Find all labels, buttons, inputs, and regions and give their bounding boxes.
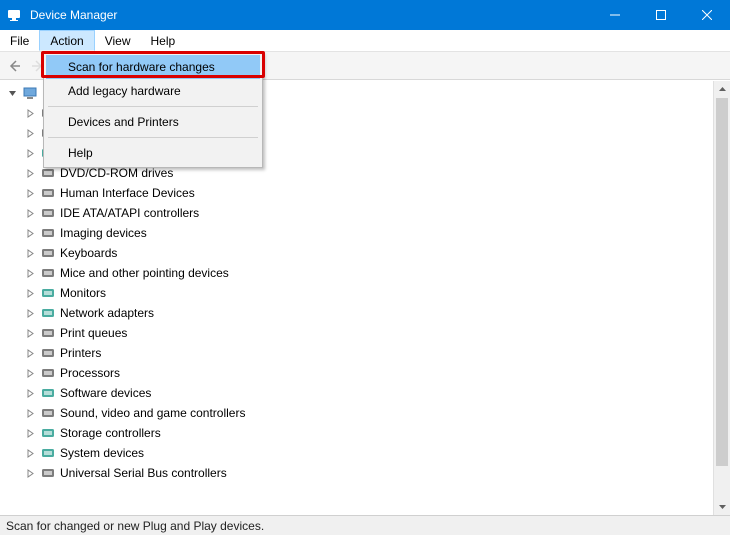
- tree-node-label: Storage controllers: [60, 426, 161, 440]
- software-icon: [40, 385, 56, 401]
- tree-node[interactable]: Storage controllers: [6, 423, 730, 443]
- monitor-icon: [40, 285, 56, 301]
- tree-node[interactable]: Monitors: [6, 283, 730, 303]
- tree-node[interactable]: Software devices: [6, 383, 730, 403]
- cpu-icon: [40, 365, 56, 381]
- tree-node[interactable]: Human Interface Devices: [6, 183, 730, 203]
- tree-node-label: Processors: [60, 366, 120, 380]
- tree-node-label: Print queues: [60, 326, 127, 340]
- keyboard-icon: [40, 245, 56, 261]
- sound-icon: [40, 405, 56, 421]
- status-text: Scan for changed or new Plug and Play de…: [6, 519, 264, 533]
- menu-add-legacy[interactable]: Add legacy hardware: [46, 79, 260, 103]
- tree-node[interactable]: Universal Serial Bus controllers: [6, 463, 730, 483]
- window-controls: [592, 0, 730, 30]
- menu-action[interactable]: Action: [39, 30, 94, 51]
- tree-node-label: Mice and other pointing devices: [60, 266, 229, 280]
- twisty-icon[interactable]: [6, 87, 18, 99]
- menu-help-item[interactable]: Help: [46, 141, 260, 165]
- scroll-thumb[interactable]: [716, 98, 728, 466]
- twisty-icon[interactable]: [24, 267, 36, 279]
- window-title: Device Manager: [28, 8, 592, 22]
- twisty-icon[interactable]: [24, 447, 36, 459]
- tree-node-label: Monitors: [60, 286, 106, 300]
- twisty-icon[interactable]: [24, 387, 36, 399]
- scroll-up-button[interactable]: [714, 81, 730, 98]
- twisty-icon[interactable]: [24, 167, 36, 179]
- tree-node-label: DVD/CD-ROM drives: [60, 166, 173, 180]
- menu-file[interactable]: File: [0, 30, 39, 51]
- twisty-icon[interactable]: [24, 147, 36, 159]
- app-icon: [6, 7, 22, 23]
- tree-node[interactable]: Printers: [6, 343, 730, 363]
- twisty-icon[interactable]: [24, 107, 36, 119]
- tree-node[interactable]: Print queues: [6, 323, 730, 343]
- twisty-icon[interactable]: [24, 407, 36, 419]
- twisty-icon[interactable]: [24, 347, 36, 359]
- twisty-icon[interactable]: [24, 427, 36, 439]
- titlebar: Device Manager: [0, 0, 730, 30]
- storage-icon: [40, 425, 56, 441]
- tree-node-label: IDE ATA/ATAPI controllers: [60, 206, 199, 220]
- twisty-icon[interactable]: [24, 227, 36, 239]
- system-icon: [40, 445, 56, 461]
- computer-icon: [22, 85, 38, 101]
- tree-node-label: Network adapters: [60, 306, 154, 320]
- twisty-icon[interactable]: [24, 287, 36, 299]
- twisty-icon[interactable]: [24, 207, 36, 219]
- tree-node[interactable]: Sound, video and game controllers: [6, 403, 730, 423]
- twisty-icon[interactable]: [24, 187, 36, 199]
- camera-icon: [40, 225, 56, 241]
- printer-icon: [40, 345, 56, 361]
- tree-node-label: Imaging devices: [60, 226, 147, 240]
- tree-node-label: Human Interface Devices: [60, 186, 195, 200]
- mouse-icon: [40, 265, 56, 281]
- menu-devices-printers[interactable]: Devices and Printers: [46, 110, 260, 134]
- twisty-icon[interactable]: [24, 327, 36, 339]
- twisty-icon[interactable]: [24, 467, 36, 479]
- network-icon: [40, 305, 56, 321]
- scroll-track[interactable]: [714, 98, 730, 498]
- print-queue-icon: [40, 325, 56, 341]
- menubar: File Action View Help: [0, 30, 730, 52]
- back-button[interactable]: [2, 54, 26, 78]
- tree-node[interactable]: Imaging devices: [6, 223, 730, 243]
- close-button[interactable]: [684, 0, 730, 30]
- twisty-icon[interactable]: [24, 127, 36, 139]
- menu-separator: [48, 106, 258, 107]
- action-dropdown: Scan for hardware changes Add legacy har…: [43, 52, 263, 168]
- minimize-button[interactable]: [592, 0, 638, 30]
- tree-node-label: Printers: [60, 346, 101, 360]
- statusbar: Scan for changed or new Plug and Play de…: [0, 515, 730, 535]
- tree-node[interactable]: Processors: [6, 363, 730, 383]
- tree-node-label: Software devices: [60, 386, 151, 400]
- scroll-down-button[interactable]: [714, 498, 730, 515]
- twisty-icon[interactable]: [24, 247, 36, 259]
- tree-node[interactable]: System devices: [6, 443, 730, 463]
- usb-icon: [40, 465, 56, 481]
- menu-view[interactable]: View: [95, 30, 141, 51]
- twisty-icon[interactable]: [24, 367, 36, 379]
- tree-node-label: Universal Serial Bus controllers: [60, 466, 227, 480]
- tree-node[interactable]: Keyboards: [6, 243, 730, 263]
- controller-icon: [40, 205, 56, 221]
- hid-icon: [40, 185, 56, 201]
- tree-node-label: System devices: [60, 446, 144, 460]
- vertical-scrollbar[interactable]: [713, 81, 730, 515]
- tree-node-label: Sound, video and game controllers: [60, 406, 245, 420]
- menu-help[interactable]: Help: [141, 30, 186, 51]
- twisty-icon[interactable]: [24, 307, 36, 319]
- tree-node[interactable]: IDE ATA/ATAPI controllers: [6, 203, 730, 223]
- menu-scan-hardware[interactable]: Scan for hardware changes: [46, 55, 260, 79]
- tree-node[interactable]: Network adapters: [6, 303, 730, 323]
- tree-node-label: Keyboards: [60, 246, 117, 260]
- maximize-button[interactable]: [638, 0, 684, 30]
- menu-separator: [48, 137, 258, 138]
- tree-node[interactable]: Mice and other pointing devices: [6, 263, 730, 283]
